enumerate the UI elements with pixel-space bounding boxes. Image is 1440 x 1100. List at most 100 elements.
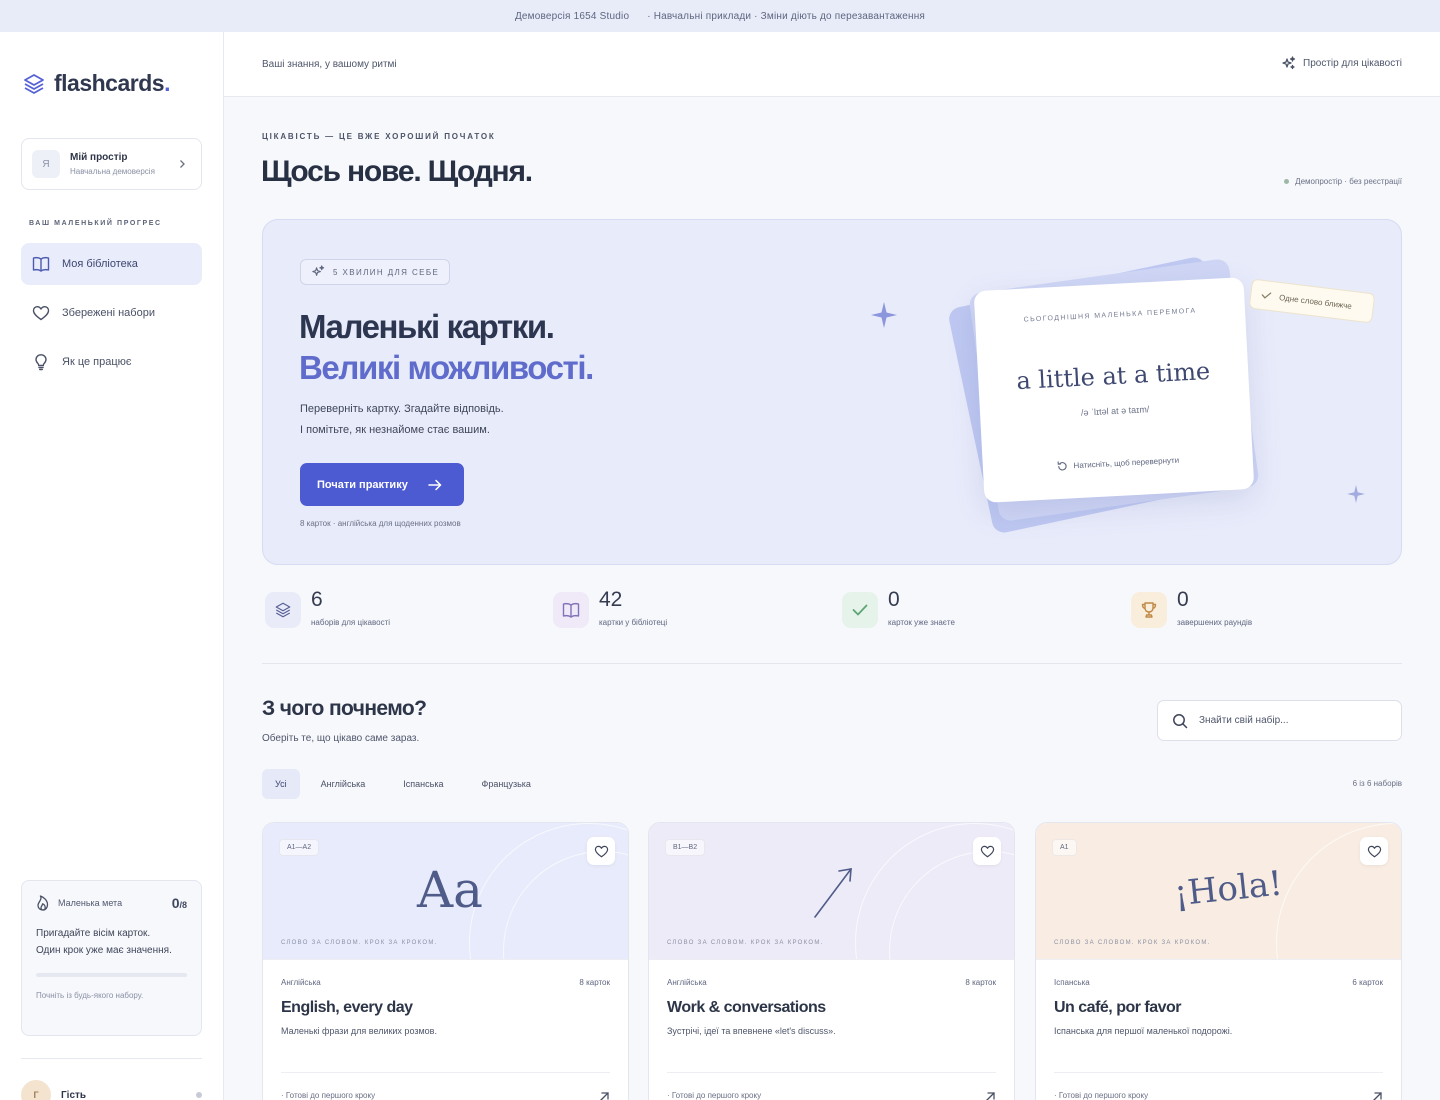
logo[interactable]: flashcards.	[22, 70, 170, 97]
featured-flashcard[interactable]: СЬОГОДНІШНЯ МАЛЕНЬКА ПЕРЕМОГА a little a…	[973, 277, 1255, 503]
book-open-icon	[562, 602, 580, 618]
check-icon	[1261, 292, 1272, 299]
deck-card[interactable]: A1—A2 Aa СЛОВО ЗА СЛОВОМ. КРОК ЗА КРОКОМ…	[262, 822, 629, 1100]
daily-goal-card: Маленька мета 0/8 Пригадайте вісім карто…	[21, 880, 202, 1036]
sparkles-icon	[312, 265, 325, 276]
deck-language: Іспанська	[1054, 978, 1090, 987]
deck-title: Un café, por favor	[1054, 999, 1182, 1016]
sidebar: flashcards. Я Мій простір Навчальна демо…	[0, 32, 224, 1100]
demo-note-text: Демопростір · без реєстрації	[1295, 177, 1402, 186]
arrow-up-right-icon[interactable]	[1371, 1091, 1383, 1100]
sidebar-divider	[21, 1058, 202, 1059]
deck-card[interactable]: B1—B2 СЛОВО ЗА СЛОВОМ. КРОК ЗА КРОКОМ. А…	[648, 822, 1015, 1100]
flashcard-hint: Натисніть, щоб перевернути	[983, 451, 1253, 476]
goal-hint: Почніть із будь-якого набору.	[36, 991, 144, 1000]
search-box[interactable]	[1157, 700, 1402, 741]
trophy-icon	[1141, 602, 1157, 618]
deck-level-badge: A1—A2	[279, 839, 320, 856]
avatar: Г	[21, 1080, 51, 1100]
stack-logo-icon	[24, 73, 44, 94]
sidebar-item-label: Збережені набори	[62, 307, 155, 319]
demo-note: Демопростір · без реєстрації	[1284, 177, 1402, 186]
deck-language: Англійська	[667, 978, 707, 987]
stat-value: 6	[311, 588, 323, 611]
rotate-icon	[1057, 461, 1067, 471]
filter-english[interactable]: Англійська	[304, 769, 383, 799]
page-title: Щось нове. Щодня.	[261, 155, 533, 188]
favorite-button[interactable]	[973, 837, 1001, 865]
sidebar-item-library[interactable]: Моя бібліотека	[21, 243, 202, 285]
curiosity-space-link[interactable]: Простір для цікавості	[1281, 56, 1402, 71]
stat-value: 42	[599, 588, 623, 611]
stat-known: 0 карток уже знаєте	[842, 588, 955, 628]
stat-icon-box	[553, 592, 589, 628]
hero-meta: 8 карток · англійська для щоденних розмо…	[300, 519, 461, 528]
filter-all[interactable]: Усі	[262, 769, 300, 799]
filter-spanish[interactable]: Іспанська	[386, 769, 460, 799]
stat-value: 0	[1177, 588, 1189, 611]
search-input[interactable]	[1199, 715, 1389, 726]
sidebar-section-label: ВАШ МАЛЕНЬКИЙ ПРОГРЕС	[29, 220, 162, 227]
favorite-button[interactable]	[1360, 837, 1388, 865]
section-divider	[262, 663, 1402, 664]
goal-text-line1: Пригадайте вісім карток.	[36, 928, 151, 939]
demo-banner-left: Демоверсія 1654 Studio	[514, 10, 630, 22]
heart-icon	[32, 306, 50, 321]
start-practice-button[interactable]: Почати практику	[300, 463, 464, 506]
sidebar-item-how-it-works[interactable]: Як це працює	[21, 341, 202, 383]
demo-banner: Демоверсія 1654 Studio · Навчальні прикл…	[0, 0, 1440, 32]
stat-icon-box	[1131, 592, 1167, 628]
deck-cover: A1 ¡Hola! СЛОВО ЗА СЛОВОМ. КРОК ЗА КРОКО…	[1036, 823, 1401, 959]
layers-icon	[275, 602, 291, 618]
sparkles-icon	[1282, 56, 1296, 70]
heart-icon	[594, 845, 608, 857]
hero-chip-label: 5 ХВИЛИН ДЛЯ СЕБЕ	[333, 267, 440, 277]
header-tagline: Ваші знання, у вашому ритмі	[262, 59, 397, 70]
sticky-note: Одне слово ближче	[1248, 278, 1376, 324]
deck-card[interactable]: A1 ¡Hola! СЛОВО ЗА СЛОВОМ. КРОК ЗА КРОКО…	[1035, 822, 1402, 1100]
deck-level-badge: B1—B2	[665, 839, 706, 856]
stat-label: карток уже знаєте	[888, 618, 955, 627]
stat-label: завершених раундів	[1177, 618, 1253, 627]
hero-title-line1: Маленькі картки.	[299, 308, 555, 345]
arrow-up-right-icon[interactable]	[984, 1091, 996, 1100]
check-icon	[852, 604, 868, 616]
stat-cards: 42 картки у бібліотеці	[553, 588, 667, 628]
deck-status: · Готові до першого кроку	[667, 1091, 762, 1100]
hero-chip: 5 ХВИЛИН ДЛЯ СЕБЕ	[300, 259, 451, 285]
sparkle-decoration-icon	[871, 302, 897, 328]
deck-motto: СЛОВО ЗА СЛОВОМ. КРОК ЗА КРОКОМ.	[1054, 940, 1211, 946]
deck-art-text: Aa	[417, 861, 483, 919]
status-dot	[196, 1092, 202, 1098]
search-icon	[1173, 713, 1188, 728]
workspace-name: Мій простір	[70, 152, 128, 163]
page-eyebrow: ЦІКАВІСТЬ — ЦЕ ВЖЕ ХОРОШИЙ ПОЧАТОК	[262, 132, 496, 141]
hero-desc-line1: Переверніть картку. Згадайте відповідь.	[300, 403, 504, 415]
workspace-switcher[interactable]: Я Мій простір Навчальна демоверсія	[21, 138, 202, 190]
deck-status: · Готові до першого кроку	[1054, 1091, 1149, 1100]
book-icon	[32, 256, 50, 272]
heart-icon	[980, 845, 994, 857]
deck-motto: СЛОВО ЗА СЛОВОМ. КРОК ЗА КРОКОМ.	[281, 940, 438, 946]
hero-desc-line2: І помітьте, як незнайоме стає вашим.	[300, 424, 490, 436]
goal-total: /8	[179, 900, 187, 910]
deck-level-badge: A1	[1052, 839, 1077, 856]
stat-value: 0	[888, 588, 900, 611]
deck-cover: B1—B2 СЛОВО ЗА СЛОВОМ. КРОК ЗА КРОКОМ.	[649, 823, 1014, 959]
arrow-up-right-icon[interactable]	[598, 1091, 610, 1100]
workspace-avatar: Я	[32, 150, 60, 178]
deck-motto: СЛОВО ЗА СЛОВОМ. КРОК ЗА КРОКОМ.	[667, 940, 824, 946]
user-profile[interactable]: Г Гість	[21, 1080, 86, 1100]
deck-description: Зустрічі, ідеї та впевнене «let's discus…	[667, 1026, 836, 1036]
goal-label: Маленька мета	[58, 898, 123, 908]
favorite-button[interactable]	[587, 837, 615, 865]
deck-title: Work & conversations	[667, 999, 826, 1016]
user-name: Гість	[61, 1089, 87, 1100]
heart-icon	[1367, 845, 1381, 857]
deck-art-text: ¡Hola!	[1172, 863, 1285, 915]
stat-icon-box	[842, 592, 878, 628]
language-filters: Усі Англійська Іспанська Французька	[262, 769, 548, 799]
filter-french[interactable]: Французька	[464, 769, 547, 799]
cta-label: Почати практику	[317, 478, 408, 491]
sidebar-item-saved[interactable]: Збережені набори	[21, 292, 202, 334]
